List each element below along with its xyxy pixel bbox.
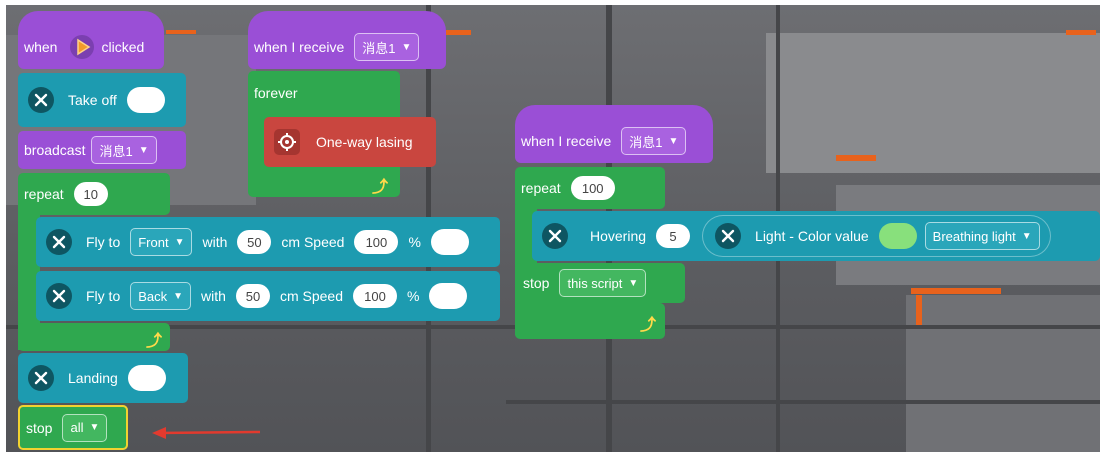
fly-direction-dropdown[interactable]: Back ▼ (130, 282, 192, 310)
percent-label: % (408, 234, 421, 250)
hover-seconds-input[interactable]: 5 (656, 224, 691, 248)
target-icon (274, 129, 300, 155)
landing-label: Landing (68, 370, 118, 386)
floor-light (916, 295, 922, 325)
stop-label: stop (26, 419, 53, 436)
light-color-swatch[interactable] (878, 223, 917, 249)
with-label: with (201, 288, 226, 304)
fly-to-label: Fly to (86, 234, 121, 250)
clicked-label: clicked (101, 39, 145, 55)
when-i-receive-hat[interactable]: when I receive 消息1 ▼ (248, 11, 446, 69)
repeat-block[interactable]: repeat 10 (18, 173, 170, 215)
fly-to-front-block[interactable]: Fly to Front ▼ with 50 cm Speed 100 % (36, 217, 500, 267)
red-arrow-annotation (152, 427, 261, 439)
floor-panel (906, 295, 1100, 452)
broadcast-message-value: 消息1 (99, 143, 133, 159)
landing-input[interactable] (127, 365, 166, 391)
light-mode-value: Breathing light (932, 228, 1016, 244)
floor-light (836, 155, 876, 161)
repeat-label: repeat (521, 180, 561, 196)
floor-panel (766, 33, 1100, 173)
drone-icon (28, 87, 54, 113)
forever-label: forever (254, 85, 298, 101)
when-label: when (24, 39, 58, 55)
fly-extra-input[interactable] (429, 283, 468, 309)
floor-seam (506, 400, 1100, 404)
chevron-down-icon: ▼ (1021, 230, 1032, 242)
speed-input[interactable]: 100 (354, 230, 399, 254)
chevron-down-icon: ▼ (173, 290, 184, 302)
distance-input[interactable]: 50 (235, 284, 270, 308)
take-off-block[interactable]: Take off (18, 73, 186, 127)
broadcast-label: broadcast (24, 142, 86, 158)
fly-to-back-block[interactable]: Fly to Back ▼ with 50 cm Speed 100 % (36, 271, 500, 321)
loop-arrow-icon: ⤴ (146, 333, 163, 350)
loop-arrow-icon: ⤴ (372, 179, 389, 196)
stop-option-value: this script (567, 275, 623, 291)
when-flag-clicked-hat[interactable]: when clicked (18, 11, 164, 69)
broadcast-message-dropdown[interactable]: 消息1 ▼ (91, 136, 157, 164)
chevron-down-icon: ▼ (174, 236, 185, 248)
fly-direction-dropdown[interactable]: Front ▼ (130, 228, 193, 256)
landing-block[interactable]: Landing (18, 353, 188, 403)
when-i-receive-label: when I receive (521, 133, 612, 149)
orange-flag-icon (69, 34, 95, 60)
fly-direction-value: Back (138, 288, 168, 304)
broadcast-block[interactable]: broadcast 消息1 ▼ (18, 131, 186, 169)
code-canvas[interactable]: repeat 10 ⤴ when clicked Take off broadc… (6, 5, 1100, 452)
light-color-reporter[interactable]: Light - Color value Breathing light ▼ (702, 215, 1051, 257)
chevron-down-icon: ▼ (628, 277, 639, 289)
take-off-label: Take off (68, 92, 117, 108)
fly-extra-input[interactable] (430, 229, 469, 255)
drone-icon (715, 223, 742, 249)
repeat-block[interactable]: repeat 100 (515, 167, 665, 209)
percent-label: % (407, 288, 420, 304)
with-label: with (202, 234, 228, 250)
drone-icon (46, 283, 72, 309)
floor-light (911, 288, 1001, 294)
light-color-label: Light - Color value (755, 228, 869, 244)
hovering-light-block[interactable]: Hovering 5 Light - Color value Breathing… (532, 211, 1100, 261)
receive-message-value: 消息1 (362, 40, 396, 56)
drone-icon (46, 229, 72, 255)
stop-option-dropdown[interactable]: all ▼ (62, 413, 108, 442)
distance-input[interactable]: 50 (237, 230, 272, 254)
loop-arrow-icon: ⤴ (640, 317, 657, 334)
receive-message-dropdown[interactable]: 消息1 ▼ (621, 127, 687, 155)
repeat-count-input[interactable]: 100 (570, 176, 615, 200)
stop-all-block[interactable]: stop all ▼ (18, 405, 128, 450)
take-off-input[interactable] (126, 87, 165, 113)
chevron-down-icon: ▼ (668, 135, 679, 147)
when-i-receive-label: when I receive (254, 39, 345, 55)
stop-option-value: all (70, 420, 84, 435)
speed-input[interactable]: 100 (353, 284, 397, 308)
repeat-label: repeat (24, 186, 64, 202)
stop-this-script-block[interactable]: stop this script ▼ (515, 263, 685, 303)
receive-message-value: 消息1 (629, 134, 663, 150)
repeat-count-input[interactable]: 10 (73, 182, 108, 206)
stop-label: stop (523, 275, 550, 291)
receive-message-dropdown[interactable]: 消息1 ▼ (354, 33, 420, 61)
drone-icon (28, 365, 54, 391)
floor-light (446, 30, 471, 35)
hovering-label: Hovering (590, 228, 647, 244)
chevron-down-icon: ▼ (138, 144, 149, 156)
fly-direction-value: Front (138, 234, 169, 250)
drone-icon (542, 223, 568, 249)
fly-to-label: Fly to (86, 288, 121, 304)
chevron-down-icon: ▼ (89, 422, 100, 433)
light-mode-dropdown[interactable]: Breathing light ▼ (924, 222, 1040, 250)
floor-light (166, 30, 196, 34)
one-way-lasing-block[interactable]: One-way lasing (264, 117, 436, 167)
stop-option-dropdown[interactable]: this script ▼ (559, 269, 647, 297)
chevron-down-icon: ▼ (401, 41, 412, 53)
cm-speed-label: cm Speed (279, 288, 343, 304)
one-way-lasing-label: One-way lasing (316, 134, 413, 150)
when-i-receive-hat[interactable]: when I receive 消息1 ▼ (515, 105, 713, 163)
cm-speed-label: cm Speed (281, 234, 345, 250)
floor-light (1066, 30, 1096, 35)
